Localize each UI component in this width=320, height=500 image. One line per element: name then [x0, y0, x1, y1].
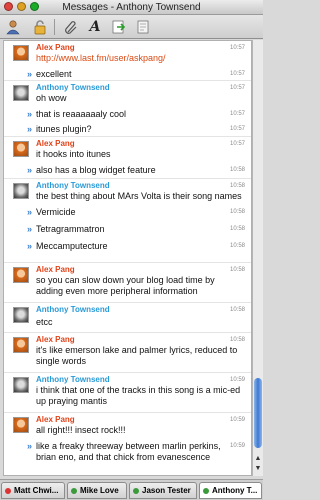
sender-name: Anthony Townsend [36, 181, 110, 190]
scroll-down-arrow-icon[interactable]: ▼ [254, 464, 262, 473]
continuation-arrow-icon: » [27, 241, 33, 251]
person-icon[interactable] [4, 18, 22, 36]
avatar [13, 307, 29, 323]
timestamp: 10:57 [229, 45, 245, 51]
sender-name: Alex Pang [36, 43, 75, 52]
message-group: Alex Pang 10:57 it hooks into itunes » 1… [4, 137, 251, 179]
avatar [13, 267, 29, 283]
message-text: excellent [36, 69, 72, 79]
sender-name: Alex Pang [36, 335, 75, 344]
lock-icon[interactable] [31, 18, 49, 36]
timestamp: 10:58 [229, 243, 245, 249]
timestamp: 10:59 [229, 417, 245, 423]
sender-name: Alex Pang [36, 139, 75, 148]
toolbar-separator [54, 19, 55, 35]
sender-name: Alex Pang [36, 415, 75, 424]
continuation-arrow-icon: » [27, 224, 33, 234]
tab-anthony[interactable]: Anthony T... [199, 482, 262, 499]
vertical-scrollbar[interactable]: ▲ ▼ [252, 40, 263, 476]
avatar [13, 45, 29, 61]
timestamp: 10:58 [229, 183, 245, 189]
status-dot-icon [133, 488, 139, 494]
font-icon[interactable]: A [86, 18, 104, 36]
scroll-up-arrow-icon[interactable]: ▲ [254, 454, 262, 463]
continuation-arrow-icon: » [27, 124, 33, 134]
continuation-arrow-icon: » [27, 109, 33, 119]
message-group: Anthony Townsend 10:58 the best thing ab… [4, 179, 251, 263]
timestamp: 10:58 [229, 267, 245, 273]
status-dot-icon [71, 488, 77, 494]
toolbar: A [0, 15, 263, 39]
message-text: so you can slow down your blog load time… [36, 275, 215, 296]
timestamp: 10:58 [229, 209, 245, 215]
status-dot-icon [5, 488, 11, 494]
continuation-arrow-icon: » [27, 165, 33, 175]
status-dot-icon [203, 488, 209, 494]
avatar [13, 183, 29, 199]
timestamp: 10:59 [229, 377, 245, 383]
timestamp: 10:57 [229, 85, 245, 91]
message-group: Anthony Townsend 10:57 oh wow » 10:57 th… [4, 81, 251, 137]
tab-jason[interactable]: Jason Tester [129, 482, 197, 499]
tab-label: Jason Tester [142, 486, 191, 495]
message-text: that is reaaaaaaly cool [36, 109, 127, 119]
scrollbar-thumb[interactable] [254, 378, 262, 448]
timestamp: 10:58 [229, 307, 245, 313]
avatar [13, 85, 29, 101]
avatar [13, 417, 29, 433]
tab-label: Matt Chwi... [14, 486, 59, 495]
timestamp: 10:58 [229, 167, 245, 173]
continuation-arrow-icon: » [27, 69, 33, 79]
message-group: Alex Pang 10:57 http://www.last.fm/user/… [4, 41, 251, 81]
message-text: also has a blog widget feature [36, 165, 156, 175]
sender-name: Anthony Townsend [36, 83, 110, 92]
message-group: Anthony Townsend 10:59 i think that one … [4, 373, 251, 413]
message-link[interactable]: http://www.last.fm/user/askpang/ [36, 53, 166, 63]
timestamp: 10:58 [229, 337, 245, 343]
tab-bar: Matt Chwi... Mike Love Jason Tester Anth… [0, 479, 263, 500]
message-text: oh wow [36, 93, 67, 103]
message-text: like a freaky threeway between marlin pe… [36, 441, 221, 462]
sender-name: Alex Pang [36, 265, 75, 274]
timestamp: 10:57 [229, 111, 245, 117]
avatar [13, 377, 29, 393]
message-group: Anthony Townsend 10:58 etcc [4, 303, 251, 333]
sender-name: Anthony Townsend [36, 375, 110, 384]
timestamp: 10:57 [229, 71, 245, 77]
avatar [13, 141, 29, 157]
message-text: itunes plugin? [36, 124, 92, 134]
message-group: Alex Pang 10:58 so you can slow down you… [4, 263, 251, 303]
timestamp: 10:57 [229, 141, 245, 147]
message-text: it hooks into itunes [36, 149, 111, 159]
sender-name: Anthony Townsend [36, 305, 110, 314]
message-text: Tetragrammatron [36, 224, 105, 234]
tab-label: Mike Love [80, 486, 119, 495]
message-text: i think that one of the tracks in this s… [36, 385, 241, 406]
message-group: Alex Pang 10:59 all right!!! insect rock… [4, 413, 251, 475]
avatar [13, 337, 29, 353]
message-text: Vermicide [36, 207, 76, 217]
info-icon[interactable] [134, 18, 152, 36]
send-file-icon[interactable] [110, 18, 128, 36]
tab-matt[interactable]: Matt Chwi... [1, 482, 65, 499]
message-text: the best thing about MArs Volta is their… [36, 191, 242, 201]
window-title: Messages - Anthony Townsend [62, 2, 201, 13]
message-text: all right!!! insect rock!!! [36, 425, 126, 435]
message-text: etcc [36, 317, 53, 327]
tab-label: Anthony T... [212, 486, 258, 495]
continuation-arrow-icon: » [27, 207, 33, 217]
continuation-arrow-icon: » [27, 441, 33, 451]
timestamp: 10:58 [229, 226, 245, 232]
tab-mike[interactable]: Mike Love [67, 482, 127, 499]
attach-icon[interactable] [62, 18, 80, 36]
timestamp: 10:57 [229, 126, 245, 132]
message-text: Meccamputecture [36, 241, 108, 251]
message-text: it's like emerson lake and palmer lyrics… [36, 345, 238, 366]
title-bar: Messages - Anthony Townsend [0, 0, 263, 15]
message-group: Alex Pang 10:58 it's like emerson lake a… [4, 333, 251, 373]
chat-transcript[interactable]: Alex Pang 10:57 http://www.last.fm/user/… [3, 40, 252, 476]
